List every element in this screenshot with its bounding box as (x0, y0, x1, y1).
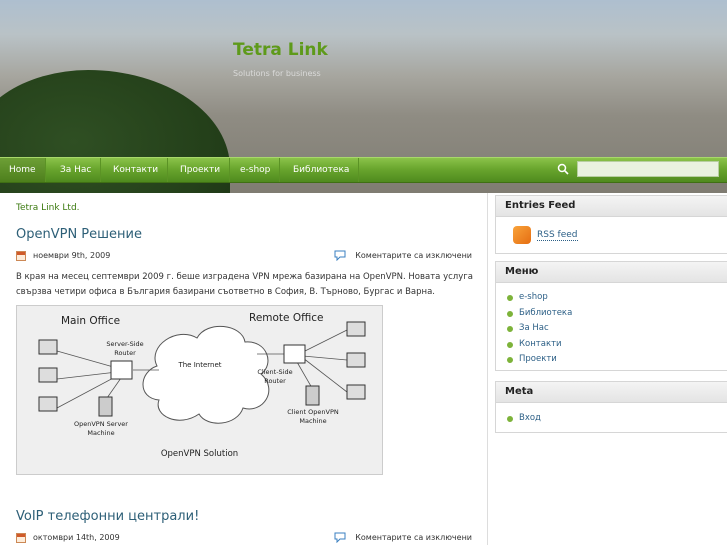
diagram-client-openvpn-label: Client OpenVPN Machine (287, 408, 339, 425)
sidebar-menu-item-library[interactable]: Библиотека (496, 306, 727, 322)
diagram-remote-office-label: Remote Office (249, 312, 324, 324)
breadcrumb[interactable]: Tetra Link Ltd. (16, 203, 80, 213)
rss-icon[interactable] (513, 226, 531, 244)
diagram-main-office-label: Main Office (61, 315, 121, 327)
widget-title: Meta (496, 382, 727, 403)
site-title[interactable]: Tetra Link (233, 40, 328, 60)
openvpn-diagram-image: Main Office Remote Office Server-Side Ro… (16, 305, 383, 475)
nav-item-library[interactable]: Библиотека (284, 158, 360, 182)
nav-item-about[interactable]: За Нас (51, 158, 102, 182)
post-body: В края на месец септември 2009 г. беше и… (16, 272, 473, 297)
sidebar-menu-item-contacts[interactable]: Контакти (496, 337, 727, 353)
sidebar-menu-item-eshop[interactable]: e-shop (496, 290, 727, 306)
rss-feed-link[interactable]: RSS feed (537, 230, 578, 241)
diagram-client-router-label: Client-Side Router (257, 368, 293, 385)
nav-item-contacts[interactable]: Контакти (104, 158, 169, 182)
widget-entries-feed: Entries Feed RSS feed (495, 195, 727, 254)
post-date: ноември 9th, 2009 (33, 251, 111, 260)
bullet-icon (507, 295, 513, 301)
calendar-icon (16, 533, 26, 543)
widget-title: Меню (496, 262, 727, 283)
diagram-internet-label: The Internet (178, 361, 222, 369)
diagram-server-router-label: Server-Side Router (106, 340, 144, 357)
diagram-caption: OpenVPN Solution (160, 449, 239, 459)
nav-item-eshop[interactable]: e-shop (231, 158, 281, 182)
sidebar-menu-item-projects[interactable]: Проекти (496, 352, 727, 368)
bullet-icon (507, 326, 513, 332)
sidebar-meta-item-login[interactable]: Вход (496, 411, 727, 427)
widget-title: Entries Feed (496, 196, 727, 217)
sidebar-menu-item-about[interactable]: За Нас (496, 321, 727, 337)
post-comments-status: Коментарите са изключени (355, 533, 472, 542)
post-comments-status: Коментарите са изключени (355, 251, 472, 260)
calendar-icon (16, 251, 26, 261)
diagram-openvpn-server-label: OpenVPN Server Machine (74, 420, 128, 437)
main-content: Tetra Link Ltd. OpenVPN Решение ноември … (0, 193, 488, 545)
nav-item-home[interactable]: Home (0, 158, 46, 182)
bullet-icon (507, 310, 513, 317)
site-header: Tetra Link Solutions for business Home З… (0, 0, 727, 193)
comment-icon (334, 250, 346, 261)
comment-icon (334, 532, 346, 543)
bullet-icon (507, 416, 513, 422)
sidebar: Entries Feed RSS feed Меню e-shop Библио… (494, 193, 727, 545)
bullet-icon (507, 357, 513, 363)
post-title[interactable]: VoIP телефонни централи! (16, 509, 199, 524)
bullet-icon (507, 341, 513, 348)
widget-meta: Meta Вход (495, 381, 727, 433)
post-date: октомври 14th, 2009 (33, 533, 120, 542)
widget-menu: Меню e-shop Библиотека За Нас Контакти П… (495, 261, 727, 371)
post-meta: ноември 9th, 2009 Коментарите са изключе… (16, 249, 472, 265)
search-icon[interactable] (557, 163, 569, 175)
post-title[interactable]: OpenVPN Решение (16, 227, 142, 242)
site-description: Solutions for business (233, 69, 321, 78)
nav-item-projects[interactable]: Проекти (171, 158, 231, 182)
search-input[interactable] (577, 161, 719, 177)
